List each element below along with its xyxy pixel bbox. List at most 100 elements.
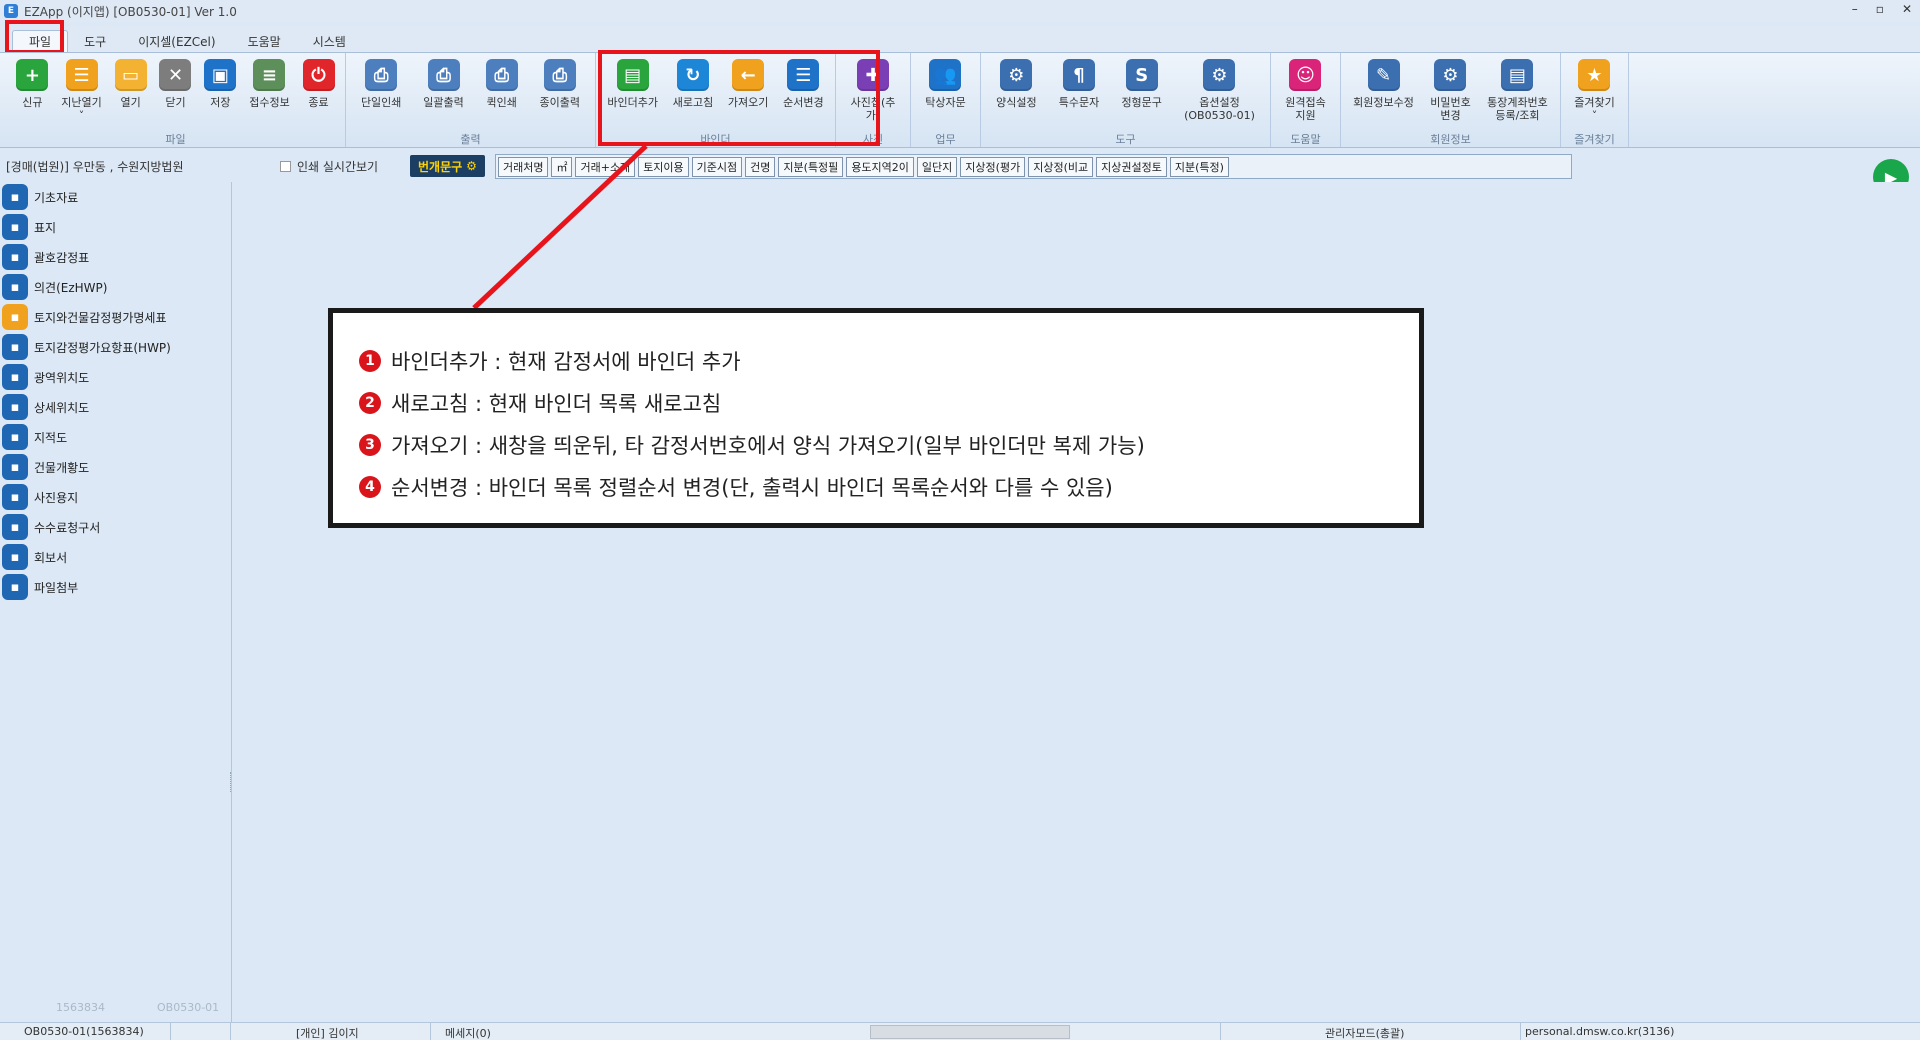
sidebar-item[interactable]: ▪ 사진용지 bbox=[0, 482, 231, 512]
phrase-chip[interactable]: 건명 bbox=[745, 156, 776, 177]
ribbon-group-label: 회원정보 bbox=[1430, 133, 1471, 146]
sidebar-item[interactable]: ▪ 광역위치도 bbox=[0, 362, 231, 392]
callout-number-badge: 1 bbox=[359, 350, 381, 372]
sidebar-item[interactable]: ▪ 표지 bbox=[0, 212, 231, 242]
sidebar-item[interactable]: ▪ 괄호감정표 bbox=[0, 242, 231, 272]
maximize-button[interactable]: ▫ bbox=[1876, 2, 1884, 16]
phrase-chip[interactable]: 지상정(비교 bbox=[1028, 156, 1094, 177]
remote-support-icon: ☺ bbox=[1289, 59, 1322, 91]
tab-file[interactable]: 파일 bbox=[12, 30, 69, 52]
ribbon-button-tools-2[interactable]: S 정형문구 bbox=[1117, 53, 1165, 131]
tab-system[interactable]: 시스템 bbox=[297, 30, 362, 52]
ribbon-button-work-0[interactable]: 👥 탁상자문 bbox=[921, 53, 969, 131]
ribbon-button-tools-1[interactable]: ¶ 특수문자 bbox=[1055, 53, 1103, 131]
ribbon-button-file-4[interactable]: ▣ 저장 bbox=[200, 53, 240, 131]
stack-icon: ▪ bbox=[2, 274, 28, 300]
ribbon-button-print-2[interactable]: ⎙ 퀵인쇄 bbox=[482, 53, 522, 131]
phrase-chip[interactable]: 기준시점 bbox=[691, 156, 743, 177]
ribbon-button-binder-2[interactable]: ← 가져오기 bbox=[724, 53, 772, 131]
callout-line: 2 새로고침 : 현재 바인더 목록 새로고침 bbox=[359, 382, 1419, 424]
ribbon-button-member-2[interactable]: ▤ 통장계좌번호 등록/조회 bbox=[1483, 53, 1552, 131]
member-edit-icon: ✎ bbox=[1367, 59, 1400, 91]
ribbon-button-tools-0[interactable]: ⚙ 양식설정 bbox=[992, 53, 1040, 131]
print-preview-label: 인쇄 실시간보기 bbox=[297, 160, 379, 174]
location-detail-icon: ▪ bbox=[2, 394, 28, 420]
sidebar-item[interactable]: ▪ 토지감정평가요항표(HWP) bbox=[0, 332, 231, 362]
sidebar-item-label: 의견(EzHWP) bbox=[34, 280, 108, 295]
ribbon-button-member-0[interactable]: ✎ 회원정보수정 bbox=[1349, 53, 1418, 131]
phrase-chip[interactable]: 거래+소재 bbox=[575, 156, 636, 177]
ribbon-button-file-3[interactable]: ✕ 닫기 bbox=[155, 53, 195, 131]
phrase-chip[interactable]: 토지이용 bbox=[638, 156, 689, 177]
ribbon-group-tools: ⚙ 양식설정 ¶ 특수문자 S 정형문구 ⚙ 옵션설정 (OB0530-01) 도구 bbox=[981, 53, 1271, 147]
phrase-chip[interactable]: 지상정(평가 bbox=[960, 156, 1026, 177]
ribbon-button-favorites-0[interactable]: ★ 즐겨찾기 ˅ bbox=[1570, 53, 1618, 131]
sidebar-item[interactable]: ▪ 회보서 bbox=[0, 542, 231, 572]
sidebar-item[interactable]: ▪ 파일첨부 bbox=[0, 572, 231, 602]
tab-ezcel[interactable]: 이지셀(EZCel) bbox=[122, 30, 231, 52]
phrase-chip[interactable]: 거래처명 bbox=[498, 156, 549, 177]
phrase-chip[interactable]: ㎡ bbox=[551, 156, 573, 177]
ribbon-button-label: 회원정보수정 bbox=[1353, 96, 1414, 109]
ribbon-button-file-6[interactable]: ⏻ 종료 bbox=[299, 53, 339, 131]
ribbon-group-print: ⎙ 단일인쇄 ⎙ 일괄출력 ⎙ 퀵인쇄 ⎙ 종이출력 출력 bbox=[346, 53, 596, 147]
minimize-button[interactable]: – bbox=[1852, 2, 1858, 16]
ribbon-button-label: 특수문자 bbox=[1058, 96, 1100, 109]
tab-help[interactable]: 도움말 bbox=[232, 30, 297, 52]
ribbon-button-binder-1[interactable]: ↻ 새로고침 bbox=[669, 53, 717, 131]
sidebar-item[interactable]: ▪ 기초자료 bbox=[0, 182, 231, 212]
reorder-icon: ☰ bbox=[787, 59, 820, 91]
pin-list-icon: ▪ bbox=[2, 244, 28, 270]
ribbon-button-file-2[interactable]: ▭ 열기 bbox=[111, 53, 151, 131]
ribbon-button-binder-0[interactable]: ▤ 바인더추가 bbox=[603, 53, 662, 131]
phrase-chip[interactable]: 용도지역2이 bbox=[846, 156, 914, 177]
sidebar-footer: 1563834 OB0530-01 bbox=[56, 1001, 219, 1014]
sidebar-item[interactable]: ▪ 토지와건물감정평가명세표 bbox=[0, 302, 231, 332]
ribbon-button-binder-3[interactable]: ☰ 순서변경 bbox=[779, 53, 827, 131]
sidebar-item-label: 괄호감정표 bbox=[34, 250, 90, 265]
sidebar-item[interactable]: ▪ 수수료청구서 bbox=[0, 512, 231, 542]
status-site: personal.dmsw.co.kr(3136) bbox=[1525, 1025, 1675, 1038]
ribbon-button-label: 바인더추가 bbox=[607, 96, 658, 109]
callout-number-badge: 4 bbox=[359, 476, 381, 498]
ribbon-button-label: 닫기 bbox=[165, 96, 186, 109]
ribbon-group-label: 바인더 bbox=[700, 133, 731, 146]
ribbon-button-file-1[interactable]: ☰ 지난열기 ˅ bbox=[57, 53, 105, 131]
tab-tools[interactable]: 도구 bbox=[68, 30, 122, 52]
phrase-chip-bar: 거래처명 ㎡ 거래+소재 토지이용 기준시점 건명 지분(특정필 용도지역2이 일단지 지상정(평… bbox=[495, 154, 1572, 179]
quick-phrase-label: 번개문구 bbox=[418, 159, 463, 174]
ribbon-group-label: 사진 bbox=[862, 133, 884, 146]
sidebar-item[interactable]: ▪ 상세위치도 bbox=[0, 392, 231, 422]
print-preview-toggle[interactable]: 인쇄 실시간보기 bbox=[280, 158, 378, 175]
phrase-chip[interactable]: 일단지 bbox=[916, 156, 958, 177]
ribbon-button-label: 비밀번호 변경 bbox=[1430, 96, 1471, 122]
refresh-icon: ↻ bbox=[676, 59, 709, 91]
status-message[interactable]: 메세지(0) bbox=[445, 1025, 491, 1040]
ribbon-button-file-0[interactable]: + 신규 bbox=[12, 53, 52, 131]
print-single-icon: ⎙ bbox=[365, 59, 398, 91]
sidebar-item[interactable]: ▪ 의견(EzHWP) bbox=[0, 272, 231, 302]
ribbon-button-print-0[interactable]: ⎙ 단일인쇄 bbox=[357, 53, 405, 131]
ribbon-button-help-0[interactable]: ☺ 원격접속 지원 bbox=[1281, 53, 1329, 131]
sidebar-item[interactable]: ▪ 건물개황도 bbox=[0, 452, 231, 482]
ribbon-button-file-5[interactable]: ≡ 접수정보 bbox=[245, 53, 293, 131]
ribbon-group-label: 즐겨찾기 bbox=[1574, 133, 1615, 146]
quick-phrase-button[interactable]: 번개문구 ⚙ bbox=[410, 155, 485, 177]
sidebar-footer-id: 1563834 bbox=[56, 1001, 105, 1014]
sidebar: ▪ 기초자료 ▪ 표지 ▪ 괄호감정표 ▪ 의견(EzHWP) ▪ 토지와건물감정평가명세표 ▪ 토지… bbox=[0, 182, 232, 1022]
phrase-chip[interactable]: 지분(특정) bbox=[1169, 156, 1229, 177]
close-window-button[interactable]: ✕ bbox=[1902, 2, 1912, 16]
fixed-phrase-icon: S bbox=[1125, 59, 1158, 91]
print-preview-checkbox[interactable] bbox=[280, 161, 291, 172]
ribbon-button-member-1[interactable]: ⚙ 비밀번호 변경 bbox=[1426, 53, 1474, 131]
ribbon-button-tools-3[interactable]: ⚙ 옵션설정 (OB0530-01) bbox=[1180, 53, 1259, 131]
ribbon-button-photo-0[interactable]: ✚ 사진첩(추가) bbox=[840, 53, 906, 131]
phrase-chip[interactable]: 지상권설정토 bbox=[1096, 156, 1167, 177]
phrase-chip[interactable]: 지분(특정필 bbox=[778, 156, 844, 177]
window-title: EZApp (이지앱) [OB0530-01] Ver 1.0 bbox=[24, 4, 237, 19]
ribbon-button-print-1[interactable]: ⎙ 일괄출력 bbox=[419, 53, 467, 131]
photo-icon: ▪ bbox=[2, 484, 28, 510]
sidebar-item[interactable]: ▪ 지적도 bbox=[0, 422, 231, 452]
ribbon-button-print-3[interactable]: ⎙ 종이출력 bbox=[536, 53, 584, 131]
ribbon-button-label: 정형문구 bbox=[1121, 96, 1162, 109]
